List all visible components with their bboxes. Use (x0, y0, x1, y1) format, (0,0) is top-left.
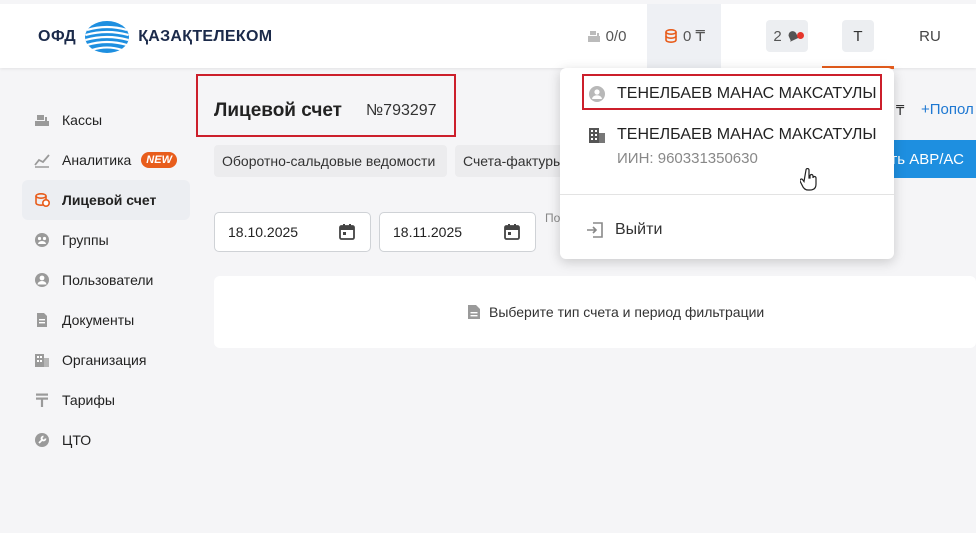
building-icon (588, 126, 606, 144)
sidebar-item-personal-account[interactable]: Лицевой счет (22, 180, 190, 220)
notification-dot (797, 32, 804, 39)
dropdown-user-name: ТЕНЕЛБАЕВ МАНАС МАКСАТУЛЫ (617, 85, 877, 102)
coins-icon (34, 192, 50, 208)
wrench-icon (34, 432, 50, 448)
dropdown-divider (560, 194, 894, 195)
currency-symbol: ₸ (896, 103, 905, 118)
logo[interactable]: ОФД ҚАЗАҚТЕЛЕКОМ (38, 20, 272, 54)
sidebar-item-users[interactable]: Пользователи (22, 260, 190, 300)
sidebar-item-analytics[interactable]: Аналитика NEW (22, 140, 190, 180)
tenge-icon (34, 392, 50, 408)
hand-cursor-icon (800, 168, 817, 191)
chart-icon (34, 152, 50, 168)
user-initial: T (853, 27, 863, 45)
group-icon (34, 232, 50, 248)
balance-value: 0 ₸ (682, 28, 706, 45)
sidebar-item-groups[interactable]: Группы (22, 220, 190, 260)
tab-turnover-statements[interactable]: Оборотно-сальдовые ведомости (214, 145, 447, 177)
sidebar-item-label: Лицевой счет (62, 192, 157, 208)
sidebar-item-label: Аналитика (62, 152, 132, 168)
date-from-value: 18.10.2025 (228, 224, 299, 240)
dropdown-organization[interactable]: ТЕНЕЛБАЕВ МАНАС МАКСАТУЛЫ (588, 126, 877, 144)
sidebar-item-cash-registers[interactable]: Кассы (22, 100, 190, 140)
page-title: Лицевой счет (214, 100, 342, 121)
cash-count: 0/0 (605, 27, 627, 45)
dropdown-org-name: ТЕНЕЛБАЕВ МАНАС МАКСАТУЛЫ (617, 126, 877, 143)
empty-message: Выберите тип счета и период фильтрации (489, 304, 765, 320)
building-icon (34, 352, 50, 368)
empty-message-row: Выберите тип счета и период фильтрации (467, 304, 764, 320)
cash-register-icon (587, 31, 600, 42)
user-menu-button[interactable]: T (842, 20, 874, 52)
user-icon (34, 272, 50, 288)
language-switcher[interactable]: RU (910, 4, 950, 68)
sidebar-item-label: Кассы (62, 112, 103, 128)
sidebar: Кассы Аналитика NEW Лицевой счет Группы … (22, 100, 190, 460)
sidebar-item-tariffs[interactable]: Тарифы (22, 380, 190, 420)
top-up-link[interactable]: +Попол (921, 101, 974, 118)
sidebar-item-organization[interactable]: Организация (22, 340, 190, 380)
coins-icon (665, 28, 677, 43)
logout-icon (586, 221, 604, 239)
sidebar-item-label: Документы (62, 312, 135, 328)
balance-indicator[interactable]: 0 ₸ (647, 4, 721, 68)
top-header: ОФД ҚАЗАҚТЕЛЕКОМ 0/0 0 ₸ 2 T RU (0, 0, 976, 69)
logout-label: Выйти (615, 221, 663, 238)
user-dropdown-menu: ТЕНЕЛБАЕВ МАНАС МАКСАТУЛЫ ТЕНЕЛБАЕВ МАНА… (560, 68, 894, 259)
sidebar-item-label: ЦТО (62, 432, 92, 448)
notifications-button[interactable]: 2 (766, 20, 808, 52)
date-to-value: 18.11.2025 (393, 224, 463, 240)
dropdown-user-profile[interactable]: ТЕНЕЛБАЕВ МАНАС МАКСАТУЛЫ (588, 85, 877, 103)
user-circle-icon (588, 85, 606, 103)
notification-count: 2 (773, 27, 782, 45)
logo-kazakhtelecom-text: ҚАЗАҚТЕЛЕКОМ (138, 28, 273, 45)
period-label: По (545, 211, 561, 225)
sidebar-item-label: Организация (62, 352, 147, 368)
sidebar-item-documents[interactable]: Документы (22, 300, 190, 340)
sidebar-item-label: Пользователи (62, 272, 154, 288)
logo-ofd-text: ОФД (38, 28, 77, 45)
date-from-input[interactable]: 18.10.2025 (214, 212, 371, 252)
sidebar-item-label: Группы (62, 232, 109, 248)
dropdown-org-iin: ИИН: 960331350630 (617, 150, 758, 167)
logout-button[interactable]: Выйти (586, 221, 662, 239)
sidebar-item-service-center[interactable]: ЦТО (22, 420, 190, 460)
language-label: RU (919, 27, 941, 45)
new-badge: NEW (141, 152, 177, 168)
empty-results-panel: Выберите тип счета и период фильтрации (214, 276, 976, 348)
tab-invoices[interactable]: Счета-фактуры (455, 145, 565, 177)
document-icon (34, 312, 50, 328)
cash-registers-counter[interactable]: 0/0 (576, 4, 636, 68)
globe-logo-icon (85, 21, 130, 53)
document-icon (468, 305, 480, 319)
calendar-icon[interactable] (338, 223, 356, 241)
calendar-icon[interactable] (503, 223, 521, 241)
cash-register-icon (34, 112, 50, 128)
account-number: №793297 (366, 102, 437, 119)
sidebar-item-label: Тарифы (62, 392, 115, 408)
date-to-input[interactable]: 18.11.2025 (379, 212, 536, 252)
